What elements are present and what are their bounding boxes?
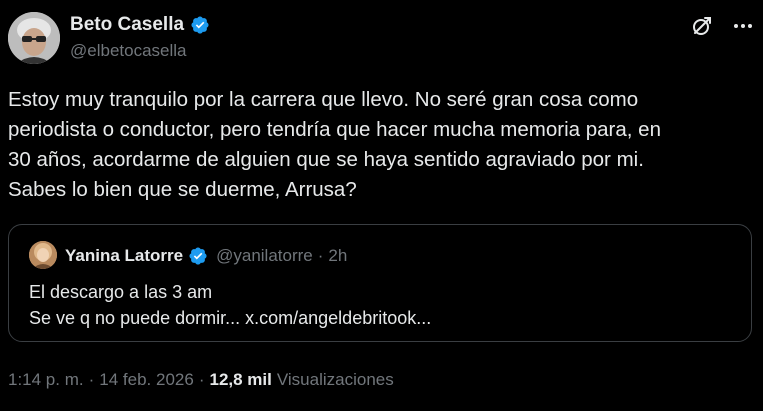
views-label: Visualizaciones (276, 370, 394, 389)
quoted-author-avatar[interactable] (29, 241, 57, 269)
author-handle[interactable]: @elbetocasella (70, 41, 210, 61)
grok-icon[interactable] (690, 14, 714, 38)
quoted-author-handle: @yanilatorre (216, 246, 313, 265)
quoted-text-line-2: Se ve q no puede dormir... x.com/angelde… (29, 308, 432, 328)
author-avatar[interactable] (8, 12, 60, 64)
author-info: Beto Casella @elbetocasella (70, 12, 210, 61)
quoted-author-row: Yanina Latorre @yanilatorre · 2h (65, 243, 347, 269)
tweet-text: Estoy muy tranquilo por la carrera que l… (8, 88, 661, 201)
tweet-meta: 1:14 p. m. · 14 feb. 2026 · 12,8 mil Vis… (8, 370, 394, 390)
author-display-name[interactable]: Beto Casella (70, 14, 184, 36)
verified-badge-icon (190, 15, 210, 35)
author-name-row: Beto Casella (70, 12, 210, 38)
quoted-time: 2h (328, 246, 348, 265)
tweet-time[interactable]: 1:14 p. m. (8, 370, 84, 390)
quoted-author-name: Yanina Latorre (65, 246, 184, 265)
quoted-separator: · (317, 246, 324, 265)
views-count: 12,8 mil (209, 370, 272, 389)
quoted-text-line-1: El descargo a las 3 am (29, 282, 213, 302)
quoted-tweet[interactable]: Yanina Latorre @yanilatorre · 2h El desc… (8, 224, 752, 342)
tweet-date[interactable]: 14 feb. 2026 (99, 370, 194, 390)
meta-separator: · (88, 370, 95, 389)
meta-separator: · (198, 370, 205, 389)
tweet-card: Beto Casella @elbetocasella Estoy muy tr… (0, 0, 763, 411)
quoted-tweet-text: El descargo a las 3 am Se ve q no puede … (29, 279, 431, 331)
more-dots-icon[interactable] (731, 14, 755, 38)
verified-badge-icon (188, 246, 208, 266)
